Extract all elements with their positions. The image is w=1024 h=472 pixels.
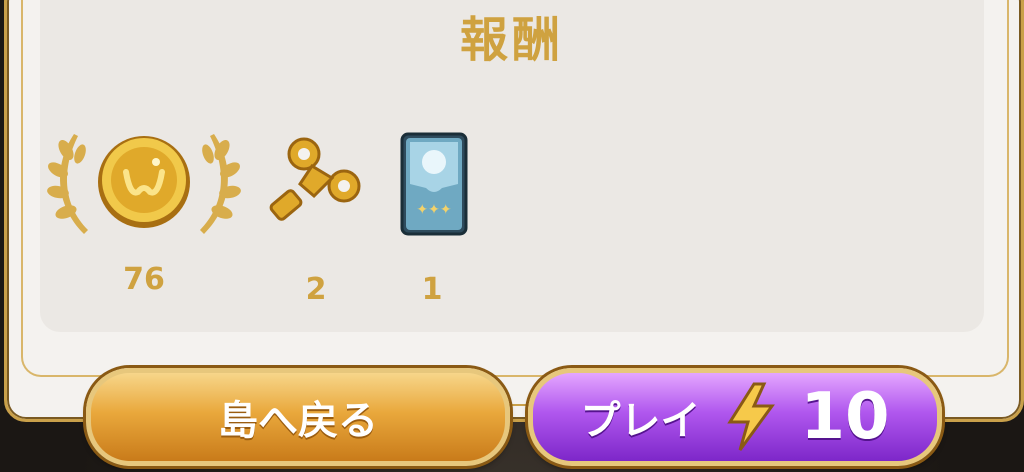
reward-title: 報酬 — [459, 12, 564, 68]
reward-count: 76 — [123, 262, 165, 297]
reward-key: 2 — [266, 124, 366, 314]
return-to-island-label: 島へ戻る — [218, 398, 378, 444]
play-label: プレイ — [580, 398, 701, 444]
play-button[interactable]: プレイ 10 — [528, 368, 942, 466]
lightning-bolt-icon — [727, 382, 776, 451]
reward-coin: 76 — [44, 124, 244, 304]
wind-up-key-icon — [269, 137, 361, 221]
play-cost: 10 — [800, 380, 890, 454]
svg-text:✦✦✦: ✦✦✦ — [416, 202, 451, 218]
gold-coin-icon — [98, 136, 190, 228]
card-pack-icon: ✦✦✦ — [400, 132, 468, 236]
return-to-island-button[interactable]: 島へ戻る — [86, 368, 510, 466]
reward-count: 2 — [305, 272, 327, 307]
reward-count: 1 — [421, 272, 443, 307]
reward-card-pack: ✦✦✦ 1 — [392, 124, 472, 314]
